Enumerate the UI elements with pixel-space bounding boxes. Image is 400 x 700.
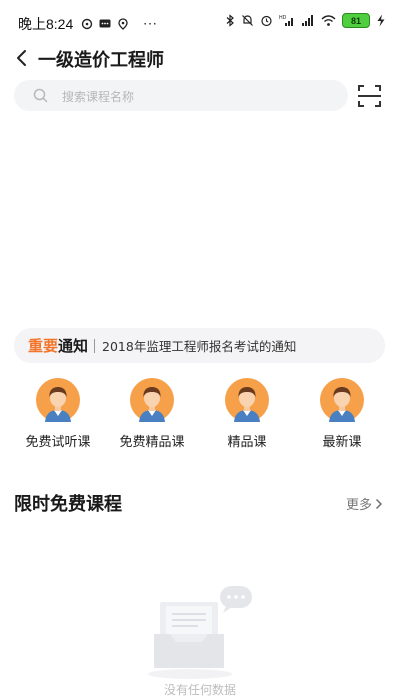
signal-icon xyxy=(302,15,313,26)
notice-tag-important: 重要 xyxy=(28,337,59,355)
sync-icon xyxy=(82,18,93,30)
category-label: 最新课 xyxy=(322,435,362,450)
scan-icon[interactable] xyxy=(357,84,382,108)
notice-tag: 重要通知 xyxy=(28,335,88,356)
category-latest[interactable]: 最新课 xyxy=(296,378,386,453)
teacher-avatar-icon xyxy=(320,378,364,422)
category-premium[interactable]: 精品课 xyxy=(201,378,291,453)
category-row: 免费试听课 免费精品课 精品课 最新课 xyxy=(0,378,400,453)
empty-state-text: 没有任何数据 xyxy=(163,683,236,697)
category-label: 免费试听课 xyxy=(25,435,91,450)
search-icon xyxy=(33,88,48,103)
charging-icon xyxy=(377,14,385,27)
svg-text:HD: HD xyxy=(279,15,287,21)
empty-inbox-icon xyxy=(148,586,252,679)
alarm-icon xyxy=(261,15,272,27)
page-title: 一级造价工程师 xyxy=(38,50,164,71)
wifi-icon xyxy=(321,15,336,26)
chevron-right-icon xyxy=(376,498,383,509)
status-time: 晚上8:24 xyxy=(18,16,74,32)
nav-bar: 一级造价工程师 xyxy=(0,42,400,76)
signal-hd-icon: HD xyxy=(279,15,293,26)
more-notifications-icon: ··· xyxy=(143,17,158,31)
category-label: 精品课 xyxy=(227,435,267,450)
status-bar: 晚上8:24 ··· HD 81 xyxy=(0,0,400,40)
more-link[interactable]: 更多 xyxy=(346,494,383,513)
notice-text: 2018年监理工程师报名考试的通知 xyxy=(102,339,297,354)
mute-bell-icon xyxy=(242,15,253,26)
battery-indicator: 81 xyxy=(342,13,370,28)
search-input[interactable] xyxy=(60,80,334,113)
teacher-avatar-icon xyxy=(130,378,174,422)
category-free-trial[interactable]: 免费试听课 xyxy=(12,378,102,453)
back-arrow-icon[interactable] xyxy=(12,46,34,70)
search-bar xyxy=(14,80,348,113)
more-label: 更多 xyxy=(346,498,373,513)
bluetooth-icon xyxy=(226,14,234,27)
category-free-premium[interactable]: 免费精品课 xyxy=(106,378,196,453)
teacher-avatar-icon xyxy=(225,378,269,422)
category-label: 免费精品课 xyxy=(119,435,185,450)
banner-area xyxy=(0,118,400,323)
notice-divider xyxy=(94,338,96,353)
teacher-avatar-icon xyxy=(36,378,80,422)
notice-bar[interactable]: 重要通知 2018年监理工程师报名考试的通知 xyxy=(14,328,385,363)
location-icon xyxy=(118,18,128,30)
notice-tag-notice: 通知 xyxy=(58,337,89,355)
message-icon xyxy=(99,19,111,28)
section-title: 限时免费课程 xyxy=(14,494,122,515)
